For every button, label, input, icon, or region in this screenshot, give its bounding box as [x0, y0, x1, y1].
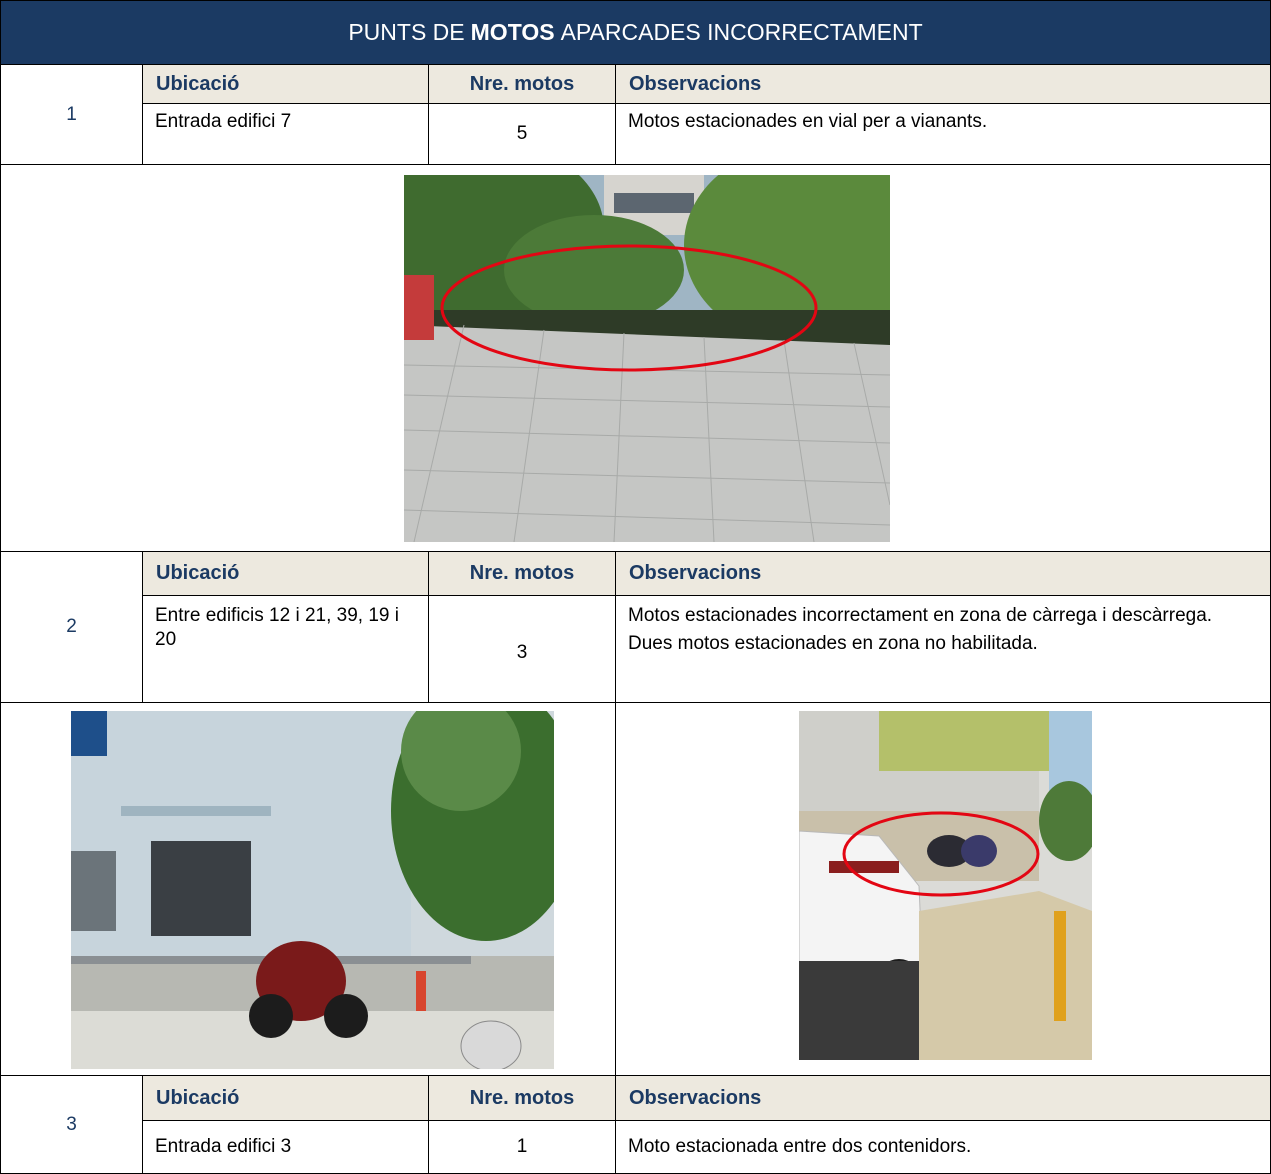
header-count: Nre. motos — [428, 1075, 616, 1121]
photo-parking-path — [404, 175, 890, 542]
notes-value: Motos estacionades en vial per a vianant… — [615, 103, 1271, 165]
notes-value: Moto estacionada entre dos contenidors. — [615, 1120, 1271, 1174]
header-count: Nre. motos — [428, 551, 616, 596]
location-value: Entre edificis 12 i 21, 39, 19 i 20 — [142, 595, 429, 703]
location-value: Entrada edifici 7 — [142, 103, 429, 165]
count-value: 3 — [428, 595, 616, 703]
count-value: 1 — [428, 1120, 616, 1174]
notes-value: Dues motos estacionades en zona no habil… — [628, 633, 1038, 654]
title-bold: MOTOS — [470, 19, 555, 45]
count-value: 5 — [428, 103, 616, 165]
title-prefix: PUNTS DE — [348, 19, 465, 45]
header-notes: Observacions — [615, 64, 1271, 104]
title-suffix: APARCADES INCORRECTAMENT — [560, 19, 923, 45]
notes-value: Motos estacionades incorrectament en zon… — [628, 605, 1213, 626]
table-title: PUNTS DE MOTOS APARCADES INCORRECTAMENT — [0, 0, 1271, 65]
header-notes: Observacions — [615, 551, 1271, 596]
header-location: Ubicació — [142, 64, 429, 104]
entry-number: 2 — [0, 551, 143, 703]
header-count: Nre. motos — [428, 64, 616, 104]
header-notes: Observacions — [615, 1075, 1271, 1121]
header-location: Ubicació — [142, 551, 429, 596]
header-location: Ubicació — [142, 1075, 429, 1121]
location-value: Entrada edifici 3 — [142, 1120, 429, 1174]
notes-cell: Motos estacionades incorrectament en zon… — [615, 595, 1271, 703]
entry-number: 1 — [0, 64, 143, 165]
photo-building-entrance — [71, 711, 554, 1069]
entry-number: 3 — [0, 1075, 143, 1174]
photo-loading-zone — [799, 711, 1092, 1060]
